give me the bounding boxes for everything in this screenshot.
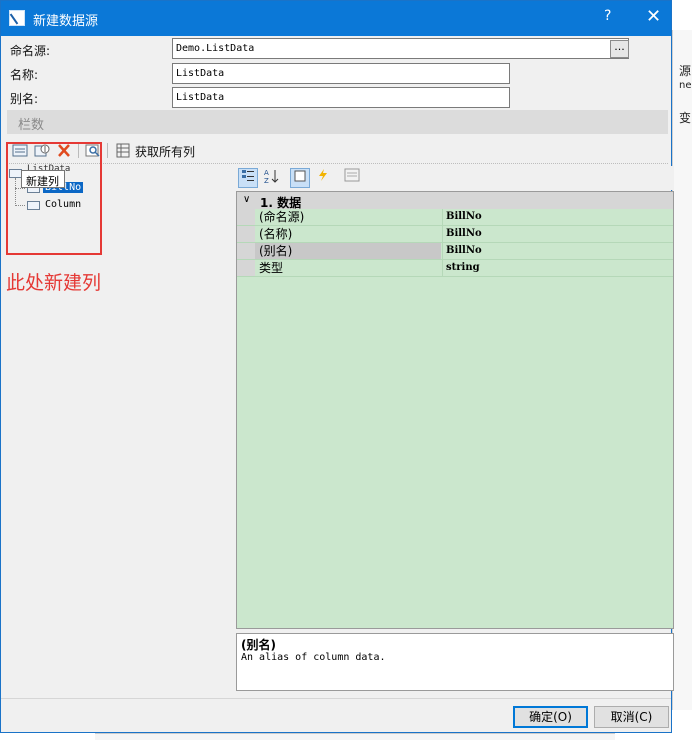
help-button[interactable]: ? (604, 8, 611, 24)
sort-az-icon: A Z (264, 169, 279, 185)
alias-label: 别名: (10, 92, 39, 106)
property-pages-icon (344, 168, 360, 182)
source-browse-button[interactable]: ... (610, 40, 629, 58)
property-name: (名称) (259, 227, 293, 241)
background-text-3: 变 (679, 111, 692, 125)
annotation-highlight-box (6, 142, 102, 255)
chevron-down-icon[interactable]: ∨ (243, 194, 250, 205)
property-value[interactable]: BillNo (442, 226, 673, 242)
property-row[interactable]: (名称) BillNo (237, 226, 673, 243)
close-button[interactable]: ✕ (646, 6, 661, 27)
cancel-button[interactable]: 取消(C) (594, 706, 669, 728)
toolbar-divider (7, 163, 668, 164)
row-gutter (237, 226, 255, 242)
toolbar-separator (107, 143, 108, 158)
property-grid-toolbar: A Z (236, 166, 674, 190)
name-label: 名称: (10, 68, 39, 82)
annotation-text: 此处新建列 (6, 272, 102, 294)
events-view-button[interactable] (313, 168, 333, 188)
property-description-panel: (别名) An alias of column data. (236, 633, 674, 691)
property-row[interactable]: 类型 string (237, 260, 673, 277)
ok-button[interactable]: 确定(O) (513, 706, 588, 728)
source-field[interactable]: Demo.ListData (172, 38, 629, 59)
property-row[interactable]: (命名源) BillNo (237, 209, 673, 226)
row-gutter (237, 260, 255, 276)
alphabetical-view-button[interactable]: A Z (261, 168, 281, 188)
category-row[interactable]: ∨ 1. 数据 (237, 192, 673, 210)
properties-icon (294, 170, 306, 182)
property-value[interactable]: string (442, 260, 673, 276)
new-datasource-dialog: 新建数据源 ? ✕ 命名源: Demo.ListData ... 名称: Lis… (0, 0, 674, 733)
svg-text:A: A (264, 169, 269, 177)
columns-section-header: 栏数 (7, 110, 668, 134)
get-all-columns-button[interactable]: 获取所有列 (135, 143, 195, 160)
lightning-icon (319, 169, 327, 181)
app-icon (9, 10, 25, 26)
categorized-view-button[interactable] (238, 168, 258, 188)
description-text: An alias of column data. (241, 652, 386, 663)
footer-divider (1, 698, 671, 699)
source-label: 命名源: (10, 44, 51, 58)
background-window-edge (672, 30, 692, 710)
property-value[interactable]: BillNo (442, 209, 673, 225)
columns-toolbar: 获取所有列 (7, 140, 668, 162)
background-text-1: 源 (679, 64, 692, 78)
property-name: (别名) (255, 243, 441, 259)
row-gutter (237, 209, 255, 225)
window-title: 新建数据源 (33, 14, 99, 29)
categorized-icon (242, 170, 254, 181)
description-title: (别名) (241, 638, 276, 652)
property-name: (命名源) (259, 210, 305, 224)
property-name: 类型 (259, 261, 284, 275)
row-gutter (237, 243, 255, 259)
columns-icon[interactable] (115, 143, 131, 158)
property-pages-button[interactable] (342, 168, 362, 188)
name-field[interactable]: ListData (172, 63, 510, 84)
background-text-2: ne (679, 80, 692, 91)
property-value[interactable]: BillNo (442, 243, 673, 259)
svg-text:Z: Z (264, 177, 269, 184)
properties-view-button[interactable] (290, 168, 310, 188)
property-grid: ∨ 1. 数据 (命名源) BillNo (名称) BillNo (别名) Bi… (236, 191, 674, 629)
columns-section-title: 栏数 (18, 118, 45, 133)
title-bar: 新建数据源 ? ✕ (1, 1, 671, 36)
alias-field[interactable]: ListData (172, 87, 510, 108)
property-row-selected[interactable]: (别名) BillNo (237, 243, 673, 260)
